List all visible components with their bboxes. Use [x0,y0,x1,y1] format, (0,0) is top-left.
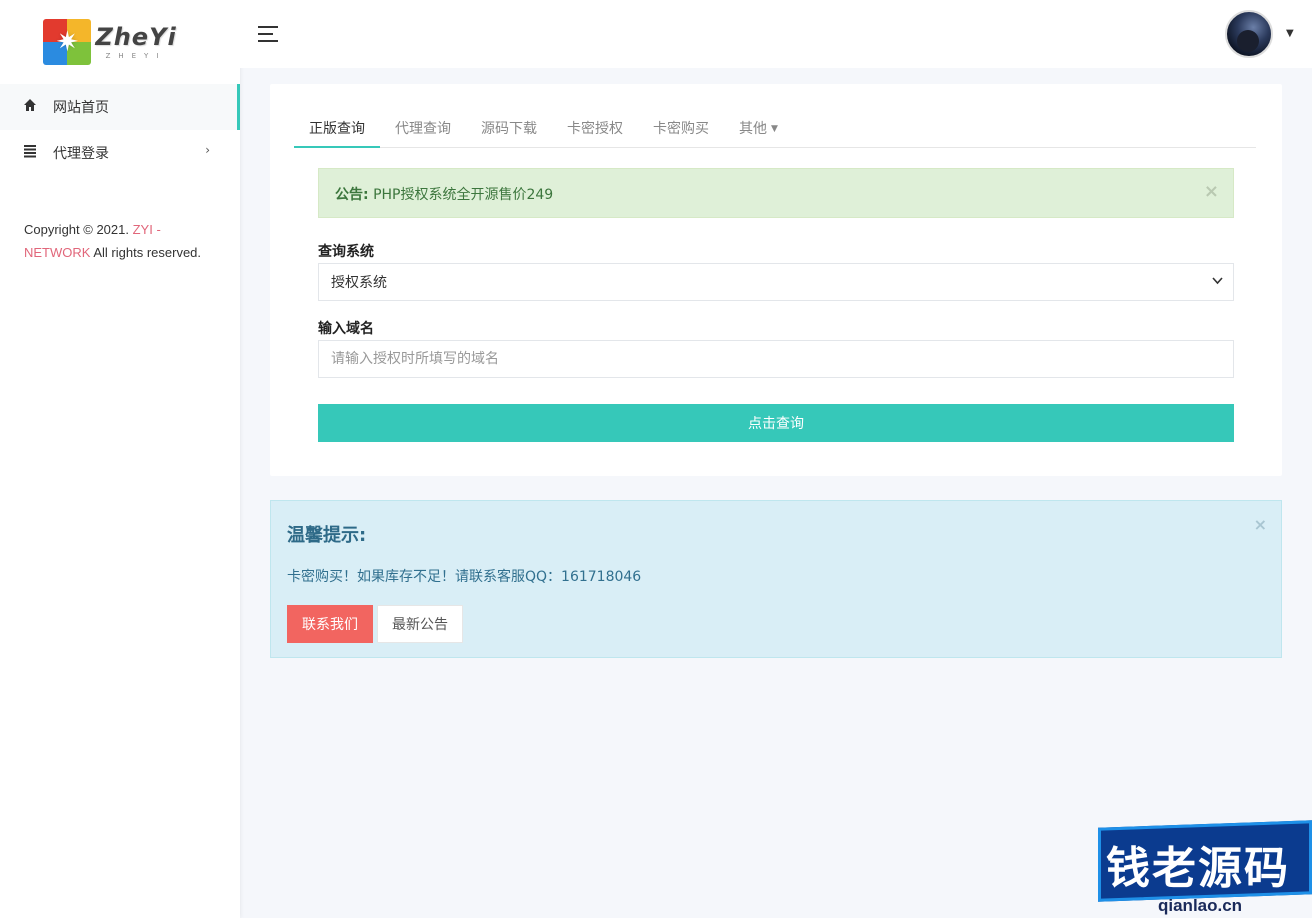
chevron-right-icon: › [205,143,210,157]
caret-down-icon: ▼ [771,124,778,134]
logo-mark-icon: ✷ [43,19,92,65]
tab-source-download[interactable]: 源码下载 [466,110,552,148]
tab-label: 源码下载 [481,121,537,137]
close-icon[interactable]: × [1204,181,1219,202]
notice-alert: 公告: PHP授权系统全开源售价249 × [318,168,1234,218]
copyright-prefix: Copyright © 2021. [24,222,129,237]
logo-text: ZheYi ZHEYI [95,24,176,60]
close-icon[interactable]: × [1254,515,1267,534]
watermark-url: qianlao.cn [1158,896,1243,915]
notice-label: 公告: [335,187,369,203]
system-select-value: 授权系统 [331,275,387,291]
logo-area: ✷ ZheYi ZHEYI [0,0,240,84]
tab-agent-query[interactable]: 代理查询 [380,110,466,148]
query-card: 正版查询 代理查询 源码下载 卡密授权 卡密购买 其他 ▼ 公告: PHP授权系统… [270,84,1282,476]
copyright: Copyright © 2021. ZYI - NETWORK All righ… [0,176,240,264]
tip-text: 卡密购买！如果库存不足！请联系客服QQ：161718046 [287,569,642,585]
tip-alert: 温馨提示: × 卡密购买！如果库存不足！请联系客服QQ：161718046 联系… [270,500,1282,658]
notice-text: PHP授权系统全开源售价249 [373,187,554,203]
watermark-text: 钱老源码 [1106,843,1290,894]
logo[interactable]: ✷ ZheYi ZHEYI [43,19,176,65]
sidebar-item-home[interactable]: 网站首页 [0,84,240,130]
tab-card-auth[interactable]: 卡密授权 [552,110,638,148]
list-icon [22,144,38,162]
sidebar-item-label: 网站首页 [53,100,109,116]
sidebar-item-label: 代理登录 [53,146,109,162]
query-button[interactable]: 点击查询 [318,404,1234,442]
domain-input[interactable] [318,340,1234,378]
tab-label: 正版查询 [309,121,365,137]
header: ▼ [240,0,1312,68]
system-select[interactable]: 授权系统 [318,263,1234,301]
tab-card-buy[interactable]: 卡密购买 [638,110,724,148]
chevron-down-icon [1212,275,1223,288]
logo-subtitle: ZHEYI [105,52,167,60]
tip-title: 温馨提示: [287,525,367,546]
caret-down-icon[interactable]: ▼ [1286,28,1294,39]
tab-label: 代理查询 [395,121,451,137]
copyright-suffix: All rights reserved. [93,245,202,260]
avatar[interactable] [1225,10,1273,58]
tab-other[interactable]: 其他 ▼ [724,110,793,148]
home-icon [22,98,38,116]
sidebar: ✷ ZheYi ZHEYI 网站首页 代理登录 › Copyright © 20… [0,0,240,918]
sidebar-item-agent-login[interactable]: 代理登录 › [0,130,240,176]
tab-label: 卡密授权 [567,121,623,137]
system-label: 查询系统 [318,244,374,260]
domain-label: 输入域名 [318,321,374,337]
tab-bar: 正版查询 代理查询 源码下载 卡密授权 卡密购买 其他 ▼ [294,110,1256,148]
watermark: 钱老源码 qianlao.cn [1088,812,1312,918]
hamburger-icon[interactable] [258,26,278,42]
news-button[interactable]: 最新公告 [377,605,463,643]
contact-button[interactable]: 联系我们 [287,605,373,643]
tab-genuine-query[interactable]: 正版查询 [294,110,380,148]
tab-label: 卡密购买 [653,121,709,137]
tab-label: 其他 [739,121,767,137]
logo-title: ZheYi [95,23,177,51]
